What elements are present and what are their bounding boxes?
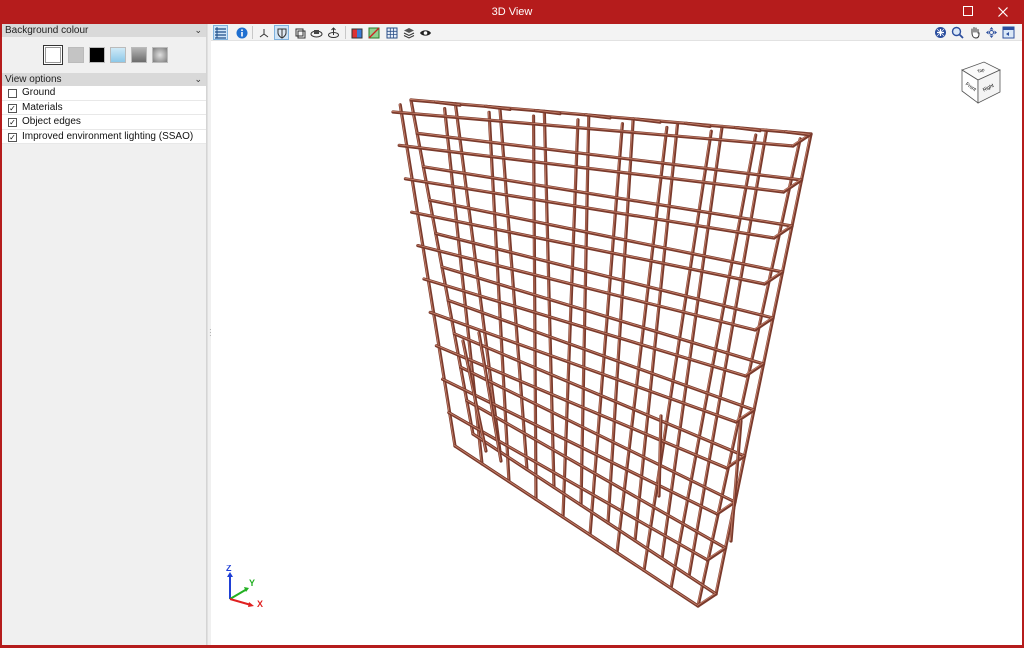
layers-icon: [215, 27, 226, 39]
perspective-icon: [295, 28, 305, 38]
rebar-horizontal-rear: [453, 444, 700, 608]
visibility-button[interactable]: [418, 25, 433, 40]
chevron-down-icon: ⌄: [194, 74, 202, 84]
swatch-light-blue-gradient[interactable]: [110, 47, 126, 63]
zoom-extents-icon: [935, 27, 946, 38]
option-label: Object edges: [22, 116, 81, 127]
rebar-horizontal: [471, 432, 718, 596]
pan-hand-icon: [971, 27, 979, 39]
option-label: Materials: [22, 101, 63, 113]
options-panel: Background colour ⌄ View options ⌄ Groun…: [2, 24, 207, 645]
background-colour-header[interactable]: Background colour ⌄: [2, 24, 206, 37]
option-label: Improved environment lighting (SSAO): [22, 130, 194, 142]
section-box-icon: [351, 28, 362, 38]
orbit-button[interactable]: [309, 25, 324, 40]
object-edges-checkbox[interactable]: ✓: [8, 118, 17, 127]
close-icon: [998, 7, 1008, 17]
background-colour-title: Background colour: [5, 25, 89, 36]
x-axis: [229, 598, 252, 606]
info-button[interactable]: [234, 25, 249, 40]
close-button[interactable]: [986, 2, 1020, 22]
rebar-top-link: [784, 130, 812, 137]
section-box-button[interactable]: [349, 25, 364, 40]
background-swatches: [2, 37, 206, 73]
option-ground[interactable]: Ground: [2, 86, 206, 101]
z-axis-label: Z: [226, 565, 232, 573]
rebar-vertical-rear: [531, 114, 538, 501]
app-window: 3D View Background colour ⌄ View options…: [0, 0, 1024, 648]
orbit-icon: [310, 29, 323, 37]
axis-view-button[interactable]: [256, 25, 271, 40]
option-label: Ground: [22, 87, 56, 98]
title-bar: 3D View: [0, 0, 1024, 24]
layers-button[interactable]: [213, 25, 228, 40]
rebar-top-link: [484, 104, 512, 111]
y-axis: [229, 588, 248, 600]
zoom-icon: [951, 26, 964, 39]
axis-triad: Z Y X: [226, 565, 263, 607]
chevron-down-icon: ⌄: [194, 25, 202, 35]
swatch-radial-grey[interactable]: [152, 47, 168, 63]
pan-button[interactable]: [967, 25, 982, 40]
rebar-horizontal: [421, 165, 794, 228]
clip-plane-icon: [368, 27, 379, 38]
swatch-black[interactable]: [89, 47, 105, 63]
rebar-top-link: [634, 117, 662, 124]
perspective-button[interactable]: [292, 25, 307, 40]
ssao-checkbox[interactable]: ✓: [8, 132, 17, 142]
x-axis-label: X: [257, 599, 263, 607]
rebar-horizontal: [415, 131, 804, 182]
grid-button[interactable]: [384, 25, 399, 40]
orbit-move-button[interactable]: [984, 25, 999, 40]
swatch-light-grey[interactable]: [68, 47, 84, 63]
rebar-horizontal-rear: [403, 177, 776, 240]
rebar-cage-model[interactable]: [211, 41, 1022, 645]
maximize-icon: [963, 6, 973, 16]
layers-stack-button[interactable]: [401, 25, 416, 40]
maximize-button[interactable]: [951, 2, 985, 22]
rebar-top-link: [684, 121, 712, 128]
rebar-top-link: [434, 100, 462, 107]
rebar-top-link: [734, 126, 762, 133]
rebar-horizontal-rear: [397, 143, 786, 194]
rebar-starter: [657, 414, 663, 498]
grid-icon: [386, 27, 397, 38]
window-title: 3D View: [491, 6, 533, 18]
swatch-grey-gradient[interactable]: [131, 47, 147, 63]
view-window-button[interactable]: [1001, 25, 1016, 40]
zoom-extents-button[interactable]: [933, 25, 948, 40]
view-window-icon: [1002, 26, 1015, 39]
visibility-eye-icon: [420, 29, 431, 36]
materials-checkbox[interactable]: ✓: [8, 103, 17, 113]
view-toolbar: [211, 24, 1022, 41]
option-object-edges[interactable]: ✓ Object edges: [2, 115, 206, 130]
rebar-vertical-rear: [398, 103, 457, 448]
rebar-top-link: [534, 109, 562, 116]
shield-view-button[interactable]: [274, 25, 289, 40]
rotate-button[interactable]: [326, 25, 341, 40]
clip-plane-button[interactable]: [366, 25, 381, 40]
swatch-white[interactable]: [43, 45, 63, 65]
view-cube[interactable]: Top Front Right: [958, 58, 1004, 106]
info-icon: [236, 27, 247, 38]
zoom-button[interactable]: [950, 25, 965, 40]
option-materials[interactable]: ✓ Materials: [2, 100, 206, 115]
axis-view-icon: [259, 28, 268, 37]
toolbar-separator: [252, 26, 253, 39]
3d-viewport[interactable]: Top Front Right Z Y X: [211, 24, 1022, 645]
view-options-header[interactable]: View options ⌄: [2, 73, 206, 86]
toolbar-separator: [345, 26, 346, 39]
rebar-horizontal-rear: [447, 411, 710, 562]
y-axis-label: Y: [249, 578, 255, 588]
rotate-icon: [328, 26, 339, 38]
layers-stack-icon: [403, 27, 414, 39]
orbit-move-icon: [986, 27, 997, 38]
rebar-horizontal: [465, 399, 728, 550]
client-area: Background colour ⌄ View options ⌄ Groun…: [2, 24, 1022, 645]
shield-view-icon: [277, 28, 286, 39]
view-options-title: View options: [5, 74, 62, 85]
ground-checkbox[interactable]: [8, 89, 17, 98]
option-ssao[interactable]: ✓ Improved environment lighting (SSAO): [2, 129, 206, 144]
